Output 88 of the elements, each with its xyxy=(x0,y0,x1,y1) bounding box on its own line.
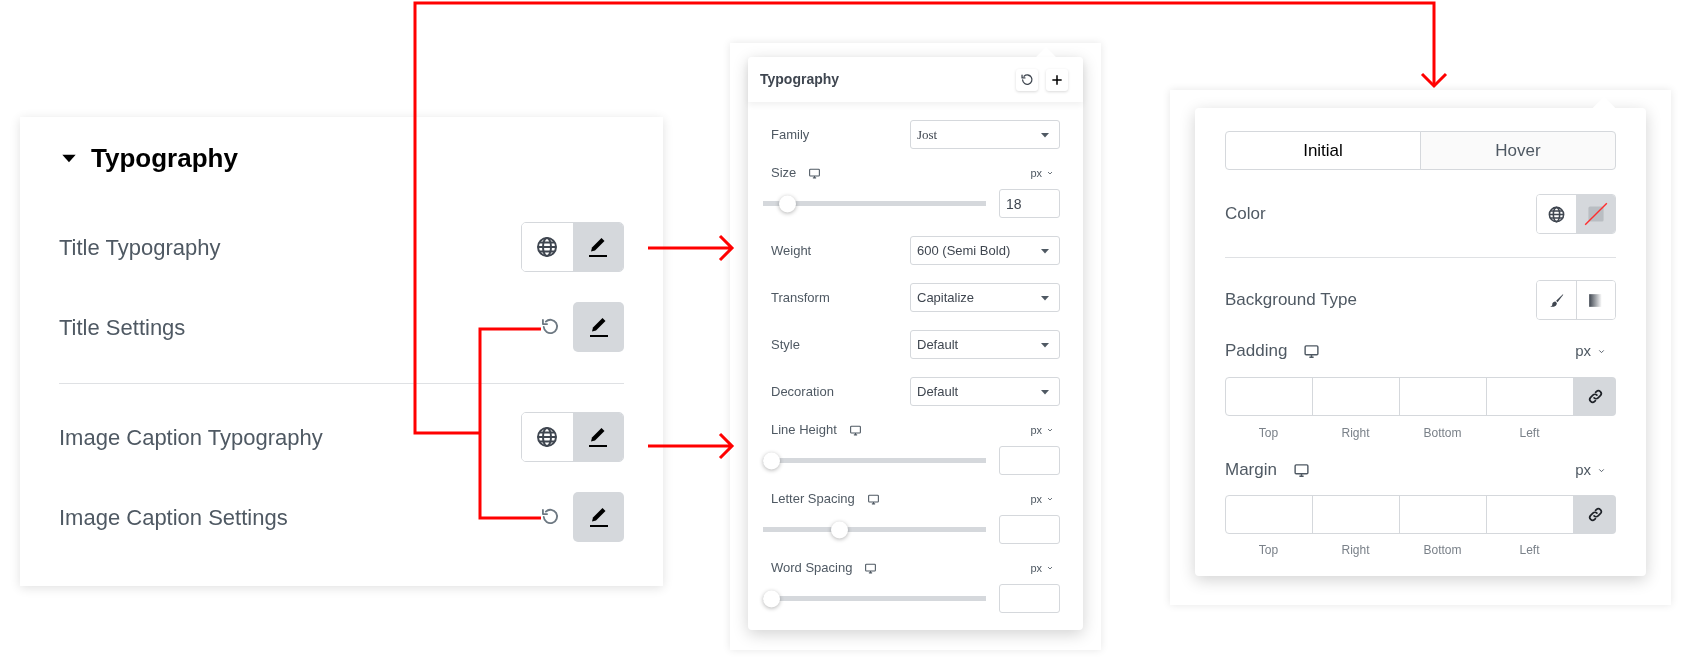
field-label: Letter Spacing xyxy=(771,490,855,509)
dropdown-field[interactable]: Capitalize xyxy=(910,283,1060,312)
dimension-field[interactable] xyxy=(1225,377,1313,416)
monitor-icon xyxy=(864,561,878,575)
reset-button[interactable] xyxy=(540,317,560,337)
unit-dropdown[interactable]: px xyxy=(1030,490,1060,508)
edit-button[interactable] xyxy=(573,302,624,352)
dimension-field[interactable] xyxy=(1399,495,1487,534)
monitor-icon xyxy=(866,492,880,506)
field-label: Margin xyxy=(1225,459,1277,482)
tab[interactable]: Initial xyxy=(1225,131,1421,170)
reset-icon xyxy=(540,507,560,527)
number-field[interactable] xyxy=(999,446,1060,475)
field-label: Padding xyxy=(1225,340,1288,363)
unit-dropdown[interactable]: px xyxy=(1030,421,1060,439)
field-label: Decoration xyxy=(771,382,834,401)
reset-button[interactable] xyxy=(540,507,560,527)
unit-dropdown[interactable]: px xyxy=(1575,458,1616,482)
slider-thumb[interactable] xyxy=(763,452,780,469)
side-label: Left xyxy=(1519,542,1540,557)
field-label: Family xyxy=(771,125,810,144)
side-label: Right xyxy=(1341,542,1370,557)
slider-thumb[interactable] xyxy=(830,521,848,538)
slider-thumb[interactable] xyxy=(779,195,797,212)
dimension-field[interactable] xyxy=(1486,495,1574,534)
dropdown-field[interactable]: Default xyxy=(910,330,1060,359)
control-label: Image Caption Settings xyxy=(59,503,288,532)
field-label: Weight xyxy=(771,241,812,260)
link-button[interactable] xyxy=(1574,377,1616,416)
chevron-icon xyxy=(1046,495,1054,503)
field-label: Size xyxy=(771,164,797,183)
field-label: Line Height xyxy=(771,421,837,440)
side-label: Top xyxy=(1258,542,1279,557)
link-button[interactable] xyxy=(1574,495,1616,534)
field-label: Word Spacing xyxy=(771,559,853,578)
chevron-icon xyxy=(1046,564,1054,572)
plus-icon xyxy=(1050,72,1064,87)
number-field[interactable] xyxy=(999,515,1060,544)
side-label: Bottom xyxy=(1423,542,1462,557)
dimension-field[interactable] xyxy=(1225,495,1313,534)
field-label: Style xyxy=(771,335,800,354)
popover-title: Typography xyxy=(760,70,840,89)
classic-button[interactable] xyxy=(1537,281,1577,319)
link-icon xyxy=(1586,506,1604,523)
control-label: Title Typography xyxy=(59,233,221,262)
empty-swatch-icon xyxy=(1582,201,1609,227)
number-field[interactable]: 18 xyxy=(999,189,1060,218)
link-icon xyxy=(1586,388,1604,405)
field-label: Color xyxy=(1225,203,1266,226)
monitor-icon xyxy=(1303,342,1321,360)
globe-icon xyxy=(535,235,560,259)
monitor-icon xyxy=(848,423,862,437)
dropdown-field[interactable]: Default xyxy=(910,377,1060,406)
dimension-field[interactable] xyxy=(1312,377,1400,416)
edit-button[interactable] xyxy=(572,223,623,271)
field-label: Background Type xyxy=(1225,289,1357,312)
chevron-icon xyxy=(1046,426,1054,434)
control-label: Image Caption Typography xyxy=(59,423,323,452)
dimension-field[interactable] xyxy=(1312,495,1400,534)
reset-icon xyxy=(540,317,560,337)
reset-icon xyxy=(1020,72,1034,87)
monitor-icon xyxy=(1292,461,1310,479)
color-swatch-button[interactable] xyxy=(1576,195,1615,233)
edit-button[interactable] xyxy=(573,492,624,542)
field-label: Transform xyxy=(771,288,830,307)
globe-icon xyxy=(1547,204,1566,224)
globe-icon xyxy=(535,425,560,449)
dropdown-field[interactable]: Jost xyxy=(910,120,1060,149)
side-label: Left xyxy=(1519,425,1540,440)
edit-button[interactable] xyxy=(572,413,623,461)
control-label: Title Settings xyxy=(59,313,186,342)
chevron-icon xyxy=(1046,169,1054,177)
side-label: Right xyxy=(1341,425,1370,440)
dropdown-field[interactable]: 600 (Semi Bold) xyxy=(910,236,1060,265)
dimension-field[interactable] xyxy=(1486,377,1574,416)
unit-dropdown[interactable]: px xyxy=(1030,559,1060,577)
side-label: Top xyxy=(1258,425,1279,440)
number-field[interactable] xyxy=(999,584,1060,613)
add-button[interactable] xyxy=(1046,68,1068,91)
dimension-field[interactable] xyxy=(1399,377,1487,416)
reset-button[interactable] xyxy=(1016,68,1038,91)
section-toggle[interactable]: Typography xyxy=(59,143,238,173)
tab[interactable]: Hover xyxy=(1420,131,1616,170)
slider-thumb[interactable] xyxy=(763,590,780,607)
side-label: Bottom xyxy=(1423,425,1462,440)
unit-dropdown[interactable]: px xyxy=(1030,164,1060,182)
unit-dropdown[interactable]: px xyxy=(1575,339,1616,363)
monitor-icon xyxy=(808,166,822,180)
